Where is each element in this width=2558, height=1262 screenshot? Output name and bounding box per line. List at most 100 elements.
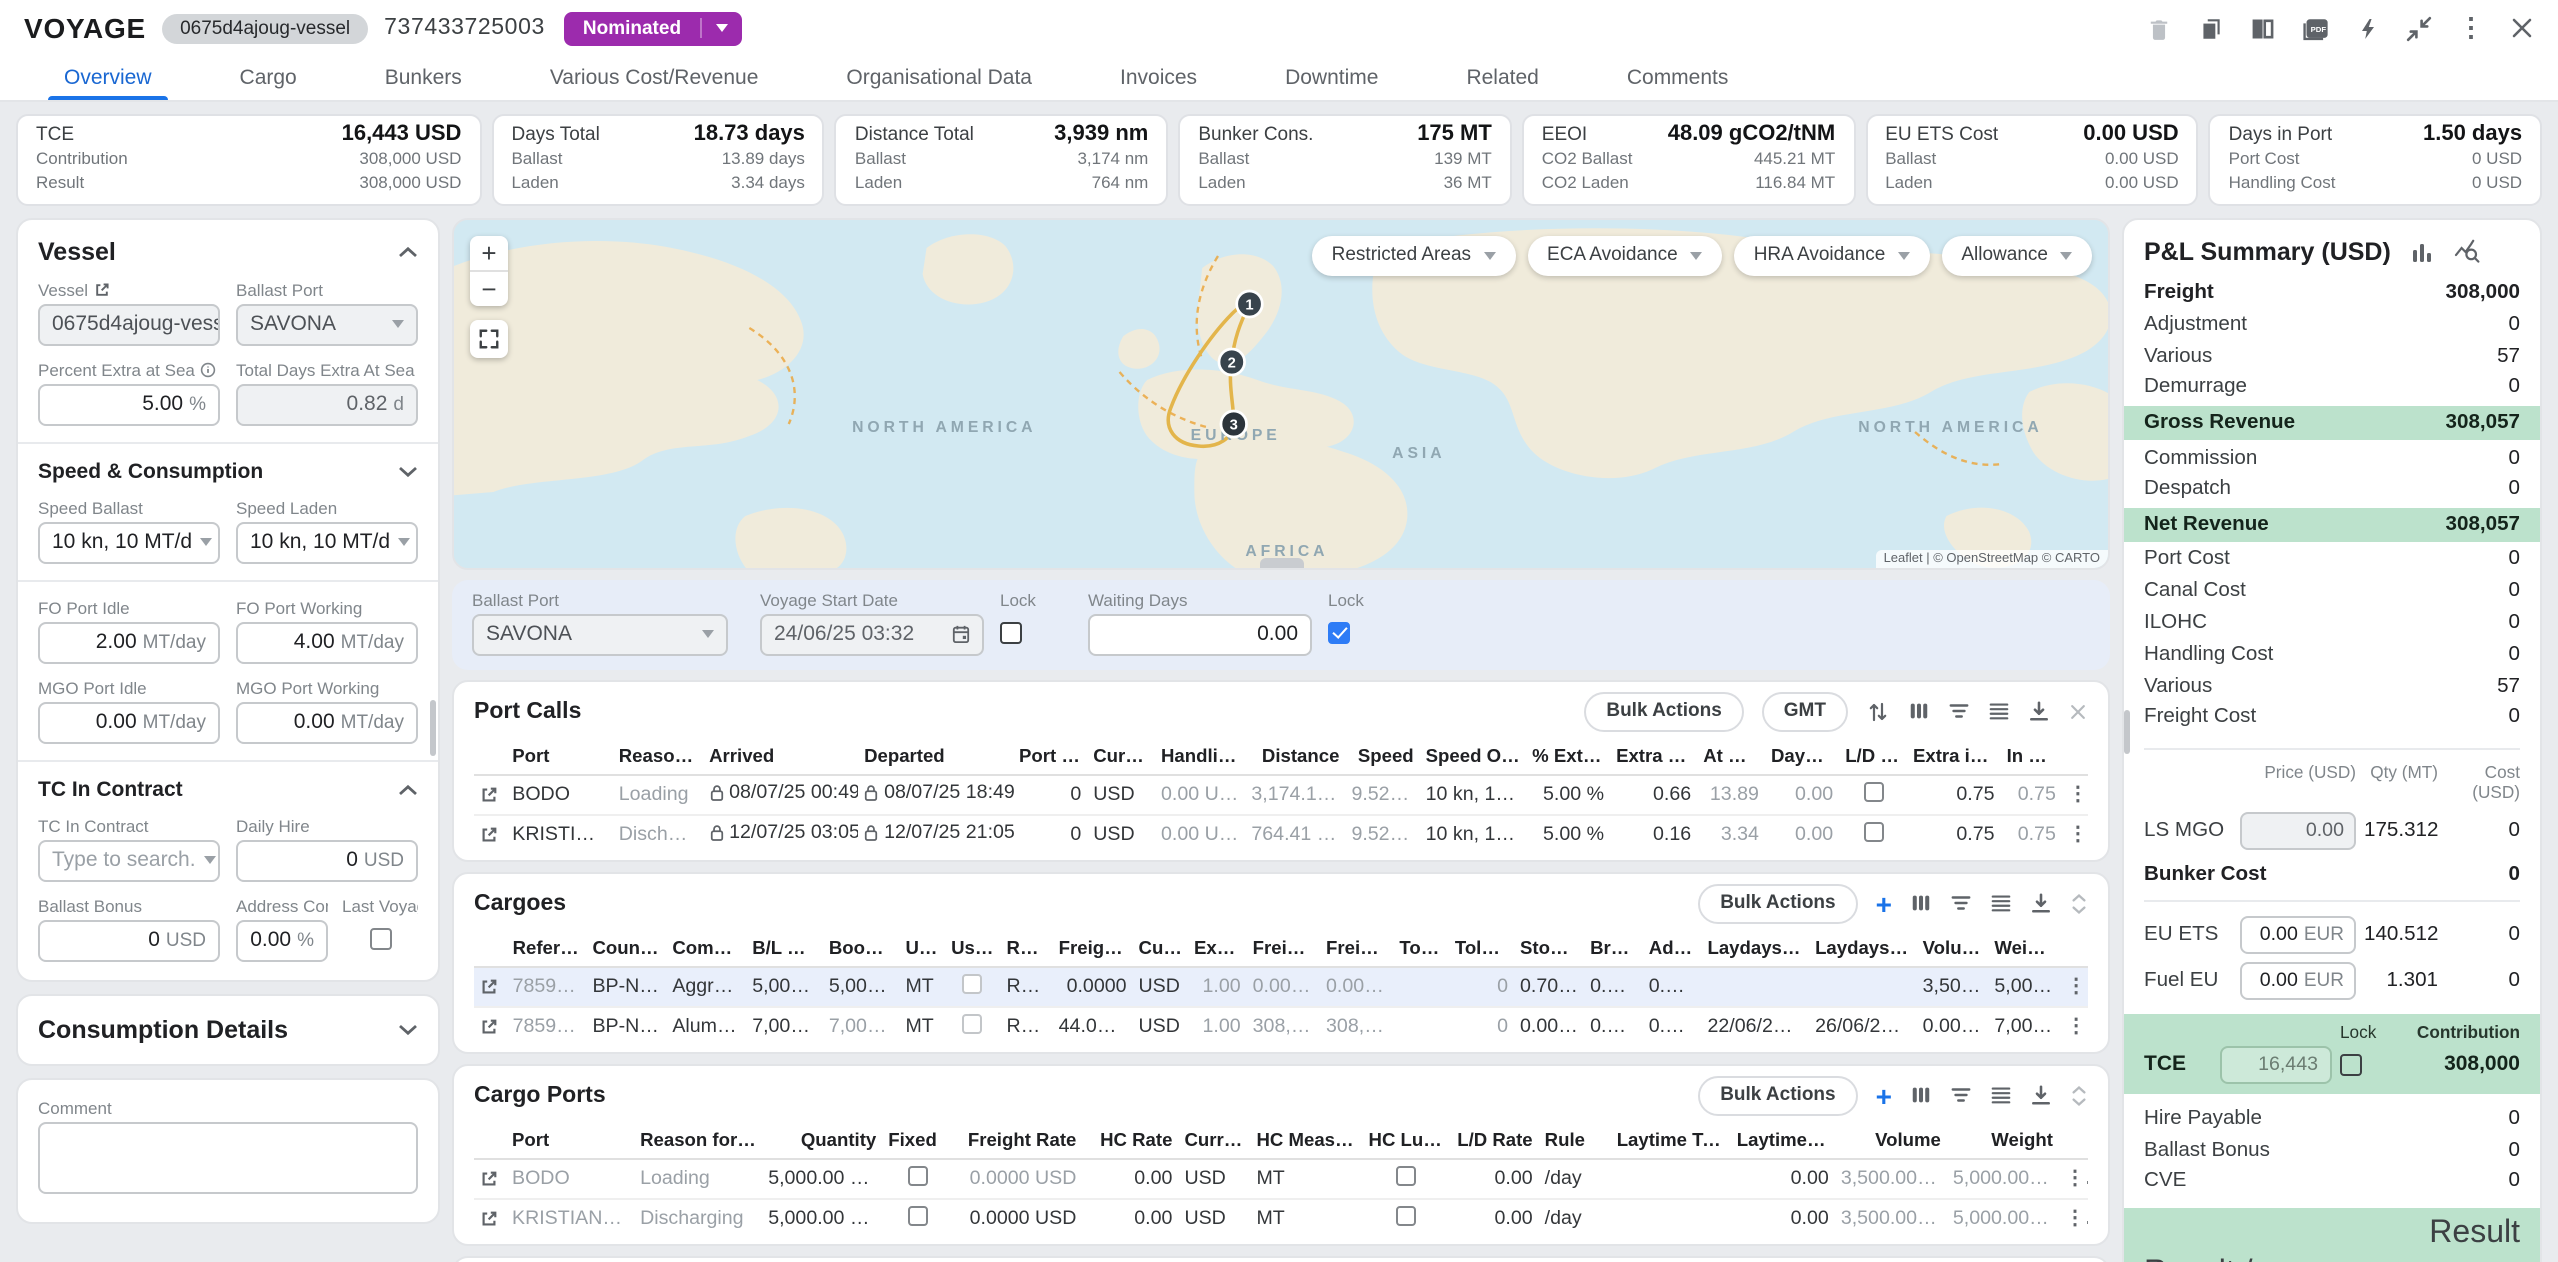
col-pct-extra[interactable]: % Extra At ... [1526,737,1610,774]
cargo-port-row[interactable]: KRISTIANSAND Discharging 5,000.00 MT 0.0… [474,1198,2088,1237]
columns-icon[interactable] [1908,700,1930,722]
col-port-cost[interactable]: Port Cost [1013,737,1087,774]
col-laydays-commence[interactable]: Laydays Commence [1701,929,1809,966]
hc-lumpsum-checkbox[interactable] [1397,1165,1417,1185]
col-rule[interactable]: Rule [1001,929,1053,966]
col-speed[interactable]: Speed [1345,737,1419,774]
col-booked[interactable]: Booked ... [823,929,900,966]
route-map[interactable]: NORTH AMERICA EUROPE ASIA AFRICA NORTH A… [452,217,2110,569]
open-row-icon[interactable] [474,966,507,1006]
tab-various-cost-revenue[interactable]: Various Cost/Revenue [506,56,803,100]
col-tolerance-min[interactable]: Toleran... [1393,929,1448,966]
row-menu-icon[interactable]: ⋮ [2060,1006,2088,1045]
chevron-down-icon[interactable] [398,1023,418,1035]
add-cargo-port-button[interactable]: + [1876,1083,1892,1107]
fuel-eu-price-input[interactable]: 0.00EUR [2240,961,2356,999]
voyage-start-date-input[interactable]: 24/06/25 03:32 [760,613,984,655]
chevron-up-icon[interactable] [398,783,418,795]
vessel-select[interactable]: 0675d4ajoug-vessel [38,303,220,345]
ld-fixed-checkbox[interactable] [1863,781,1883,801]
marker-3[interactable]: 3 [1230,417,1238,433]
tab-bunkers[interactable]: Bunkers [341,56,506,100]
allowance-dropdown[interactable]: Allowance [1941,235,2092,275]
map-fit-bounds-button[interactable] [470,319,508,357]
ld-fixed-checkbox[interactable] [1863,821,1883,841]
tc-in-contract-select[interactable]: Type to search. [38,839,220,881]
open-row-icon[interactable] [474,1158,506,1198]
download-icon[interactable] [2030,892,2052,914]
col-at-sea[interactable]: At Sea [1697,737,1765,774]
col-ld-rate[interactable]: L/D Rate [1451,1121,1539,1158]
col-distance[interactable]: Distance [1245,737,1345,774]
filter-icon[interactable] [1948,700,1970,722]
columns-icon[interactable] [1910,892,1932,914]
col-freight-rate[interactable]: Freight Rate [954,1121,1082,1158]
cargo-port-row[interactable]: BODO Loading 5,000.00 MT 0.0000 USD 0.00… [474,1158,2088,1198]
mgo-port-working-input[interactable]: 0.00MT/day [236,701,418,743]
col-broker[interactable]: Broker C. [1584,929,1643,966]
col-in-port[interactable]: In Port [2001,737,2062,774]
col-laytime-term[interactable]: Laytime Term [1611,1121,1731,1158]
columns-icon[interactable] [1910,1084,1932,1106]
chevron-up-icon[interactable] [398,245,418,257]
tab-overview[interactable]: Overview [20,56,196,100]
hc-lumpsum-checkbox[interactable] [1397,1205,1417,1225]
col-currency[interactable]: Currency [1178,1121,1250,1158]
bulk-actions-button[interactable]: Bulk Actions [1698,883,1857,923]
address-commission-input[interactable]: 0.00% [236,919,328,961]
col-reference[interactable]: Referen... [507,929,587,966]
collapse-section-icon[interactable] [2068,701,2088,721]
col-address[interactable]: Address... [1643,929,1702,966]
zoom-in-button[interactable]: + [470,235,508,269]
col-freight-2[interactable]: Freight ... [1320,929,1393,966]
tce-lock-checkbox[interactable] [2340,1053,2362,1075]
unfold-icon[interactable] [2070,1083,2088,1107]
eu-ets-price-input[interactable]: 0.00EUR [2240,915,2356,953]
col-extra-in-port[interactable]: Extra in Port [1907,737,2001,774]
collapse-window-icon[interactable] [2406,15,2432,41]
row-height-icon[interactable] [1990,1084,2012,1106]
timezone-button[interactable]: GMT [1762,691,1848,731]
row-menu-icon[interactable]: ⋮ [2062,774,2088,814]
quick-actions-icon[interactable] [2356,15,2380,41]
col-hc-measurement[interactable]: HC Measurem... [1250,1121,1362,1158]
col-extra-at-sea[interactable]: Extra at Sea [1610,737,1697,774]
copy-icon[interactable] [2198,15,2224,41]
restricted-areas-dropdown[interactable]: Restricted Areas [1312,235,1515,275]
ballast-bonus-input[interactable]: 0USD [38,919,220,961]
col-freight-rate[interactable]: Freight ... [1053,929,1133,966]
chevron-down-icon[interactable] [398,465,418,477]
daily-hire-input[interactable]: 0USD [236,839,418,881]
tab-downtime[interactable]: Downtime [1241,56,1422,100]
download-icon[interactable] [2028,700,2050,722]
cargo-row[interactable]: 785932... BP-NAM... Alumini... 7,000.000… [474,1006,2088,1045]
col-quantity[interactable]: Quantity [762,1121,882,1158]
add-cargo-button[interactable]: + [1876,891,1892,915]
ballast-port-select-2[interactable]: SAVONA [472,613,728,655]
cargo-row[interactable]: 785943... BP-NAM... Aggrega... 5,000.000… [474,966,2088,1006]
compare-icon[interactable] [2250,15,2276,41]
tab-related[interactable]: Related [1422,56,1582,100]
use-max-checkbox[interactable] [963,1013,983,1033]
col-weight[interactable]: Weight [1988,929,2060,966]
col-currency[interactable]: Currency [1087,737,1155,774]
col-port[interactable]: Port [506,1121,634,1158]
col-use-max[interactable]: Use Ma... [945,929,1000,966]
marker-2[interactable]: 2 [1228,355,1236,371]
speed-laden-select[interactable]: 10 kn, 10 MT/d [236,521,418,563]
open-row-icon[interactable] [474,774,506,814]
waiting-days-lock-checkbox[interactable] [1328,621,1350,643]
external-link-icon[interactable] [94,281,110,297]
zoom-out-button[interactable]: − [470,269,508,305]
col-weight[interactable]: Weight [1947,1121,2059,1158]
bar-chart-icon[interactable] [2411,239,2435,263]
fo-port-idle-input[interactable]: 2.00MT/day [38,621,220,663]
col-handling[interactable]: Handling C... [1155,737,1245,774]
col-tolerance[interactable]: Tolerance [1449,929,1514,966]
col-counterparty[interactable]: Counter... [586,929,666,966]
row-height-icon[interactable] [1988,700,2010,722]
col-departed[interactable]: Departed [858,737,1013,774]
col-volume[interactable]: Volume [1835,1121,1947,1158]
fixed-checkbox[interactable] [908,1205,928,1225]
waiting-days-input[interactable]: 0.00 [1088,613,1312,655]
